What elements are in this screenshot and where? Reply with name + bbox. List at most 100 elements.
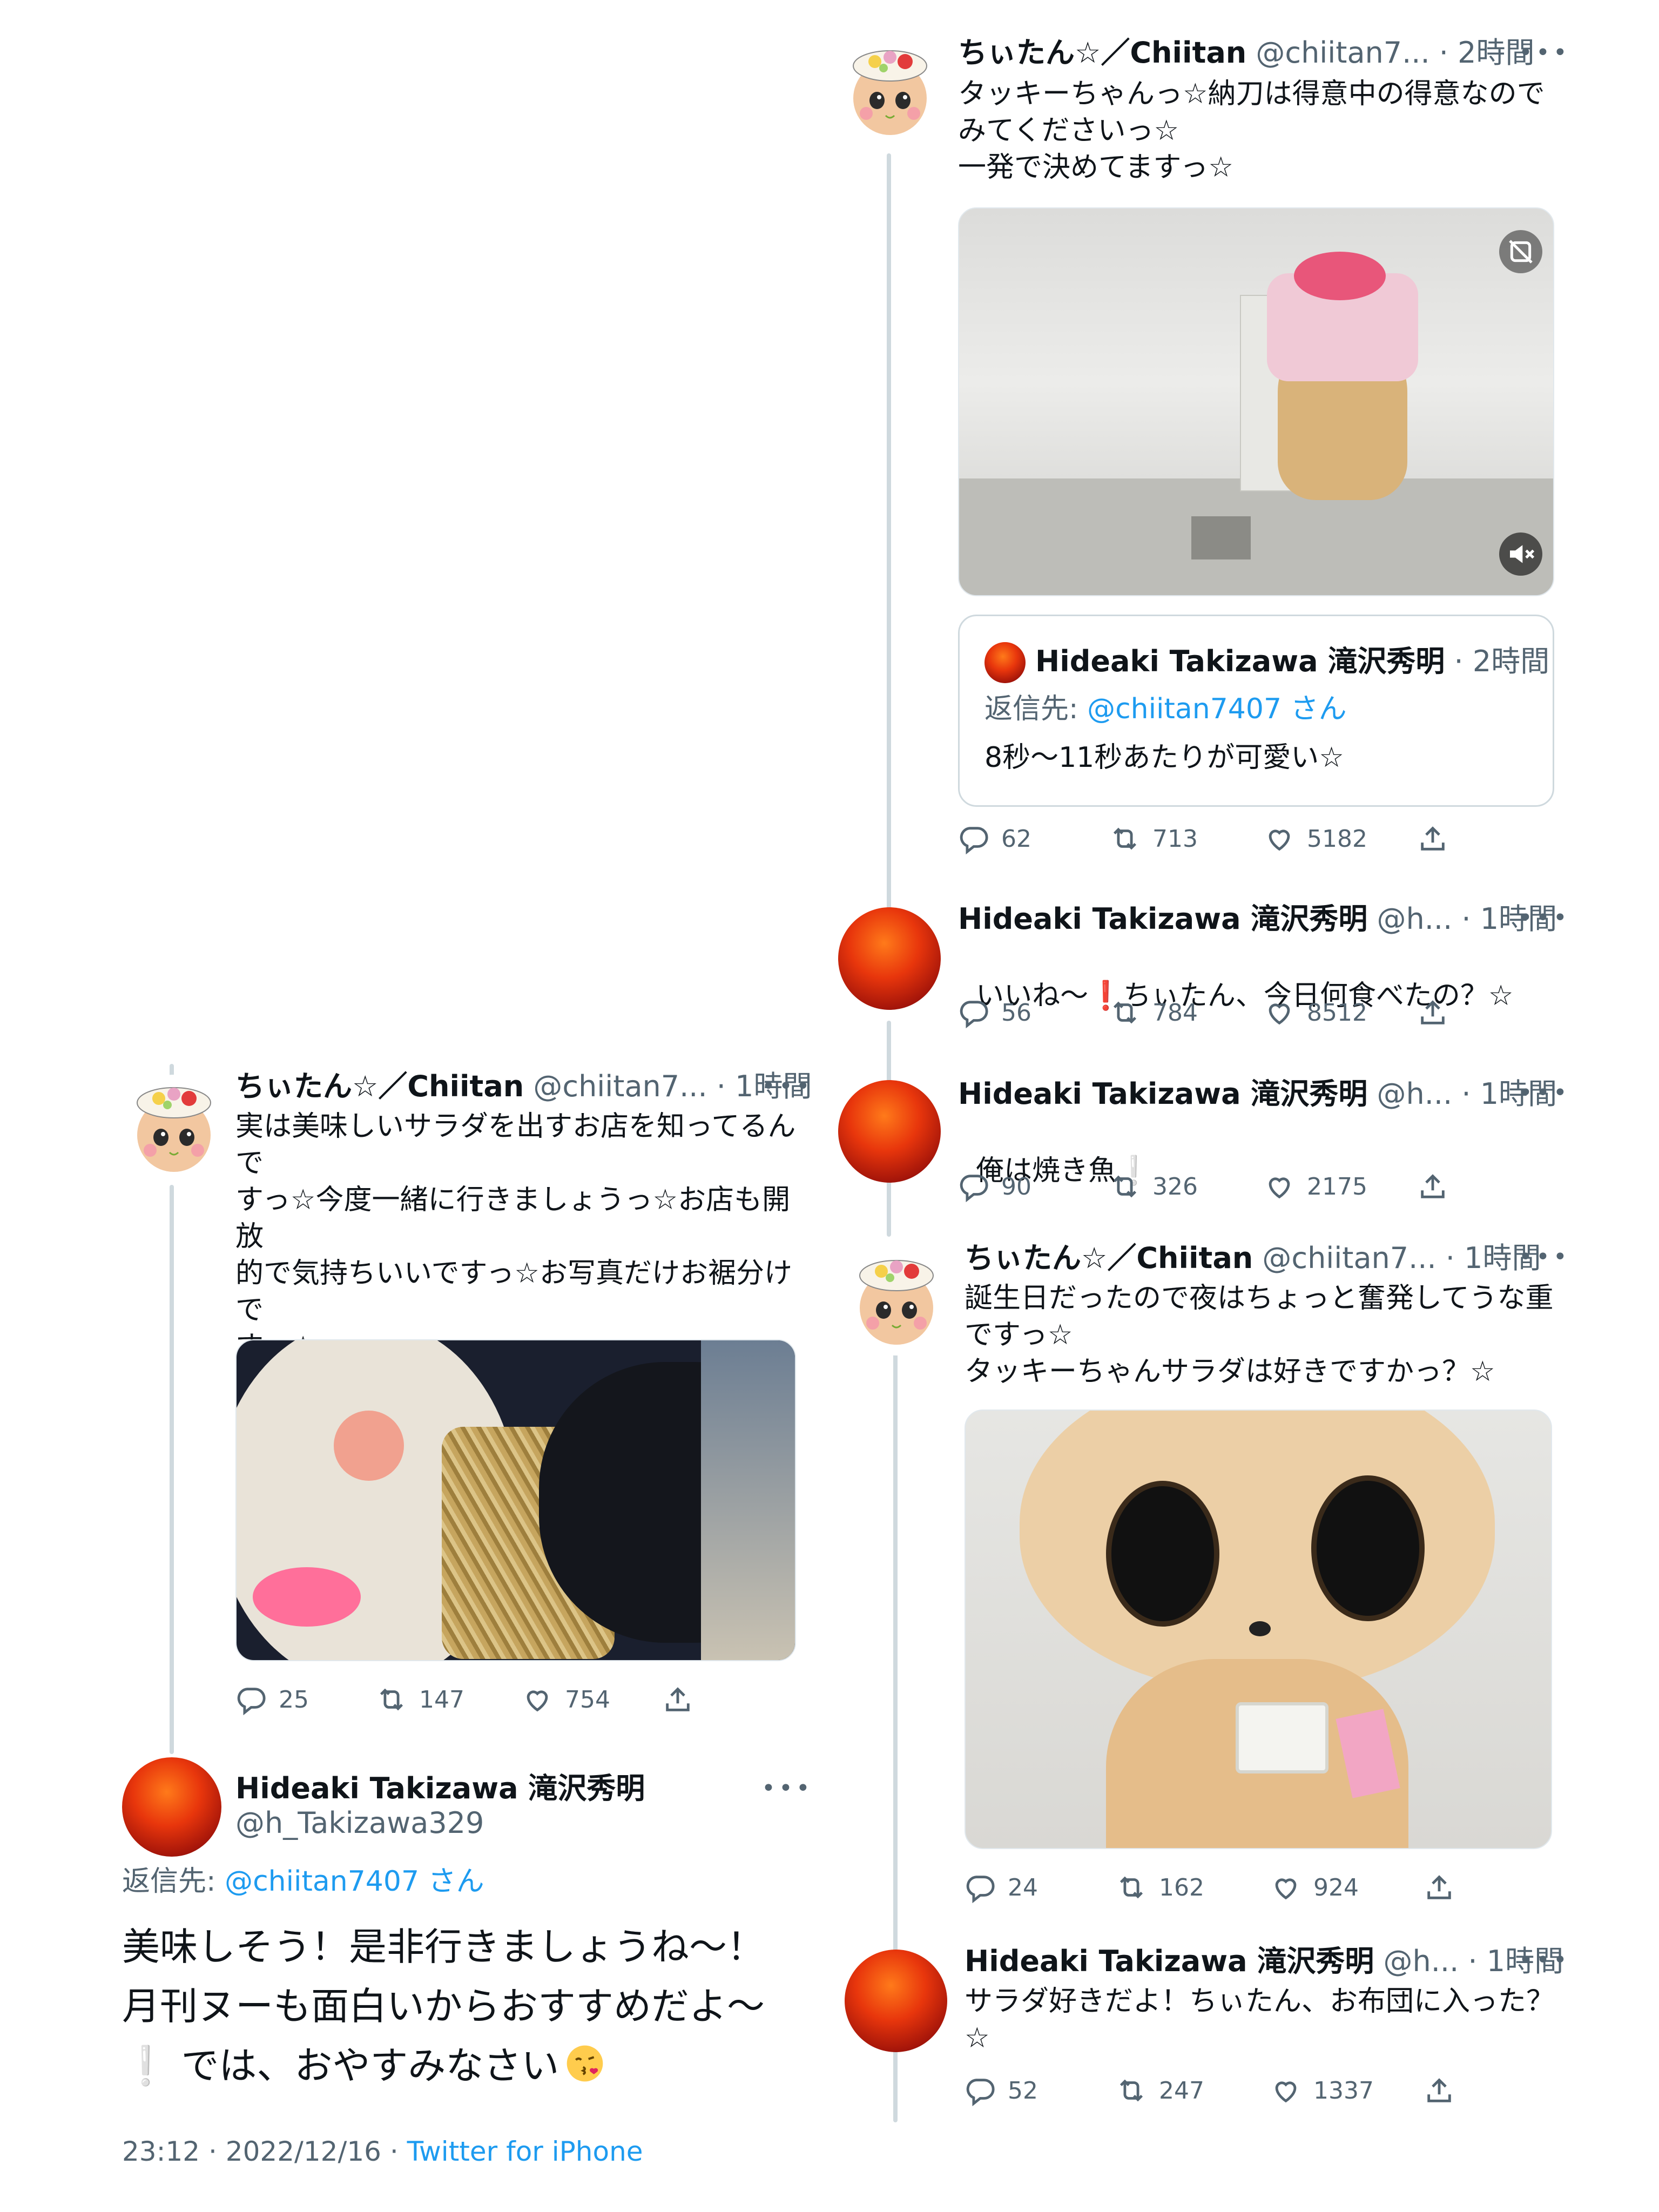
speaker-muted-icon[interactable] [1499,532,1542,576]
more-dots-icon[interactable]: ••• [1519,1948,1570,1972]
exclamation-icon: ❕ [122,2044,170,2088]
share-upload-icon [1424,1872,1455,1903]
share-upload-icon [1417,997,1448,1028]
retweet-arrows-icon [1109,823,1141,854]
display-name[interactable]: Hideaki Takizawa 滝沢秀明 [965,1944,1374,1978]
reply-to: 返信先: @chiitan7407 さん [984,692,1347,726]
time: · 2時間 [1454,644,1550,678]
more-dots-icon[interactable]: ••• [761,1777,813,1800]
action-bar: 52 247 1337 [965,2072,1559,2109]
box-on-floor [1191,516,1251,559]
avatar[interactable] [122,1757,221,1857]
reply-to: 返信先: @chiitan7407 さん [122,1864,484,1899]
heart-icon [522,1684,553,1715]
action-bar: 25 147 754 [235,1681,775,1718]
display-name[interactable]: Hideaki Takizawa 滝沢秀明 [235,1771,645,1806]
client-link[interactable]: Twitter for iPhone [407,2136,643,2167]
reply-button[interactable]: 25 [235,1681,309,1718]
like-button[interactable]: 924 [1270,1869,1359,1906]
tweet-header: ちぃたん☆／Chiitan @chiitan7... · 1時間 [235,1069,812,1104]
action-bar: 24 162 924 [965,1869,1559,1906]
reply-button[interactable]: 56 [958,994,1031,1031]
avatar[interactable] [845,1950,947,2052]
heart-icon [1270,2075,1301,2106]
text-line: 月刊ヌーも面白いからおすすめだよ〜 [122,1984,765,2028]
display-name[interactable]: Hideaki Takizawa 滝沢秀明 [958,902,1367,936]
avatar[interactable] [838,1080,941,1183]
video-player[interactable] [958,207,1554,596]
like-button[interactable]: 8512 [1264,994,1367,1031]
left-eye [1106,1481,1219,1627]
share-button[interactable] [662,1681,693,1718]
quoted-tweet[interactable]: Hideaki Takizawa 滝沢秀明 · 2時間 返信先: @chiita… [958,615,1554,807]
tweet-image[interactable] [235,1339,796,1661]
more-dots-icon[interactable]: ••• [1519,41,1570,65]
timestamp[interactable]: 23:12 · 2022/12/16 · [122,2136,407,2167]
more-dots-icon[interactable]: ••• [761,1075,813,1098]
action-bar: 62 713 5182 [958,820,1552,858]
share-button[interactable] [1424,2072,1455,2109]
cheek [334,1411,404,1481]
text-line: 美味しそう！是非行きましょうね〜！ [122,1925,765,1969]
retweet-arrows-icon [1116,1872,1147,1903]
reply-button[interactable]: 62 [958,820,1031,858]
handle-time: @chiitan7... · 2時間 [1256,36,1535,70]
like-button[interactable]: 1337 [1270,2072,1374,2109]
share-button[interactable] [1424,1869,1455,1906]
like-button[interactable]: 5182 [1264,820,1367,858]
display-name[interactable]: Hideaki Takizawa 滝沢秀明 [958,1077,1367,1111]
display-name[interactable]: ちぃたん☆／Chiitan [965,1241,1253,1275]
handle[interactable]: @h_Takizawa329 [235,1806,484,1840]
avatar [984,642,1026,683]
retweet-button[interactable]: 147 [376,1681,464,1718]
retweet-button[interactable]: 162 [1116,1869,1204,1906]
tweet-header: ちぃたん☆／Chiitan @chiitan7... · 2時間 [958,36,1535,70]
reply-button[interactable]: 90 [958,1168,1031,1205]
action-bar: 90 326 2175 [958,1168,1552,1205]
avatar[interactable] [120,1075,228,1183]
no-autoplay-icon[interactable] [1499,230,1542,273]
more-dots-icon[interactable]: ••• [1519,1081,1570,1105]
avatar[interactable] [842,1247,950,1355]
retweet-arrows-icon [1109,1171,1141,1202]
display-name[interactable]: ちぃたん☆／Chiitan [958,36,1246,70]
nose [1249,1621,1271,1636]
share-button[interactable] [1417,820,1448,858]
share-button[interactable] [1417,994,1448,1031]
retweet-button[interactable]: 713 [1109,820,1198,858]
more-dots-icon[interactable]: ••• [1519,906,1570,930]
kiss-emoji-icon [563,2042,606,2085]
reply-button[interactable]: 52 [965,2072,1038,2109]
tweet-image[interactable] [965,1410,1552,1849]
thread-line-left [170,1185,174,1754]
retweet-arrows-icon [1109,997,1141,1028]
right-eye [1311,1475,1425,1621]
like-button[interactable]: 2175 [1264,1168,1367,1205]
retweet-button[interactable]: 247 [1116,2072,1204,2109]
share-button[interactable] [1417,1168,1448,1205]
reply-label: 返信先: [122,1865,216,1898]
like-button[interactable]: 754 [522,1681,610,1718]
reply-handle-link[interactable]: @chiitan7407 さん [225,1865,484,1898]
avatar[interactable] [836,38,944,146]
display-name[interactable]: ちぃたん☆／Chiitan [235,1069,524,1103]
tweet-header: Hideaki Takizawa 滝沢秀明 @h... · 1時間 [965,1944,1563,1979]
handle-time: @chiitan7... · 1時間 [1262,1241,1541,1275]
tweet-header: Hideaki Takizawa 滝沢秀明 @h... · 1時間 [958,902,1557,936]
reply-handle-link[interactable]: @chiitan7407 さん [1087,693,1347,725]
retweet-arrows-icon [1116,2075,1147,2106]
reply-label: 返信先: [984,693,1078,725]
room-floor [959,478,1553,595]
heart-icon [1264,1171,1295,1202]
more-dots-icon[interactable]: ••• [1519,1245,1570,1269]
tongue [253,1567,361,1627]
tweet-header: ちぃたん☆／Chiitan @chiitan7... · 1時間 [965,1241,1541,1276]
share-upload-icon [1424,2075,1455,2106]
heart-icon [1264,997,1295,1028]
avatar[interactable] [838,907,941,1010]
thread-line-right-1 [887,153,891,909]
retweet-button[interactable]: 326 [1109,1168,1198,1205]
retweet-button[interactable]: 784 [1109,994,1198,1031]
reply-button[interactable]: 24 [965,1869,1038,1906]
speech-bubble-icon [958,997,989,1028]
